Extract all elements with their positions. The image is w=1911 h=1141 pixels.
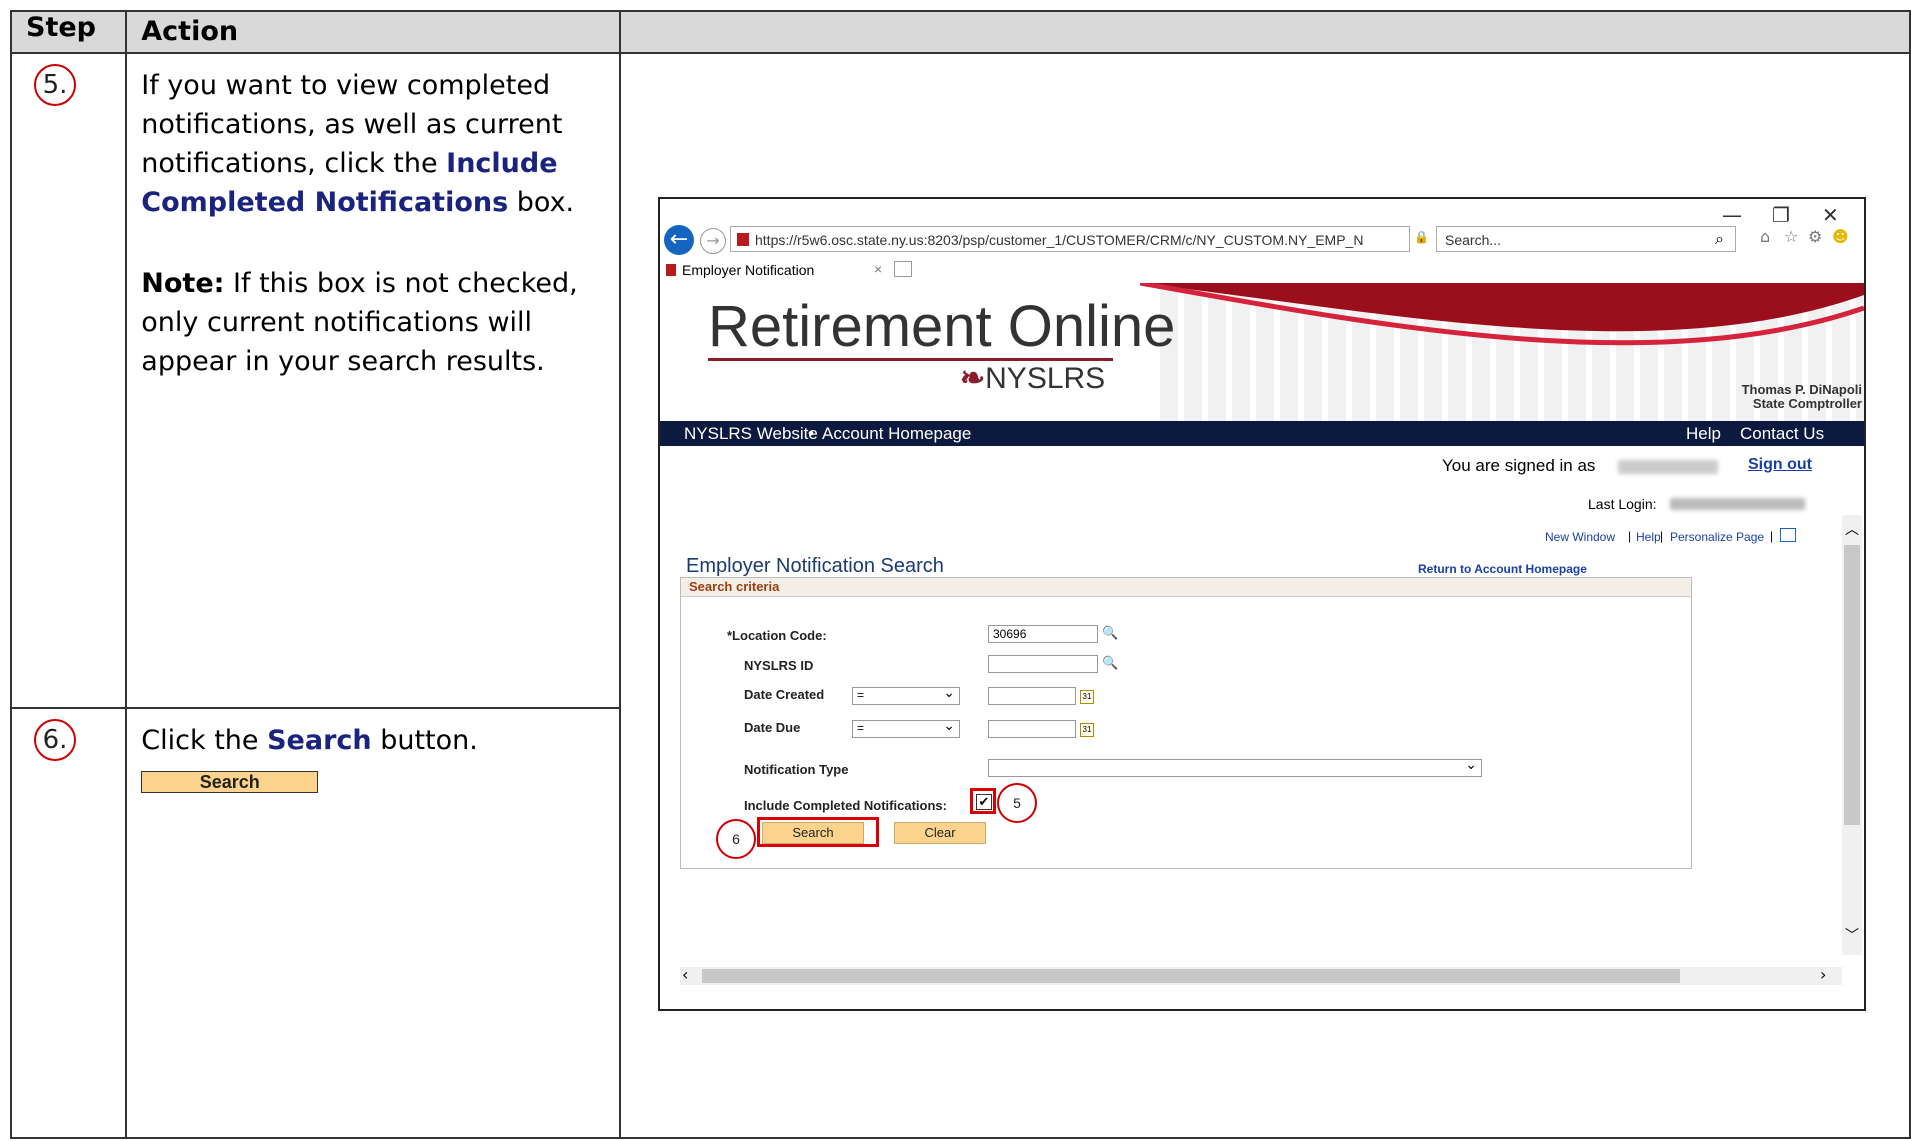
page-title: Employer Notification Search bbox=[686, 555, 944, 577]
signed-in-text: You are signed in as bbox=[1442, 456, 1596, 475]
personalize-link: Personalize Page bbox=[1670, 530, 1765, 544]
last-login-label: Last Login: bbox=[1588, 496, 1657, 512]
lookup-icon: 🔍 bbox=[1102, 625, 1119, 640]
gear-icon: ⚙ bbox=[1808, 227, 1823, 246]
date-created-input bbox=[988, 687, 1076, 705]
nav-separator: • bbox=[808, 424, 814, 443]
comptroller-name: Thomas P. DiNapoli bbox=[1741, 382, 1862, 397]
site-logo-icon bbox=[737, 233, 749, 246]
header-action: Action bbox=[125, 10, 621, 54]
blurred-last-login bbox=[1670, 498, 1805, 510]
location-code-input: 30696 bbox=[988, 625, 1098, 643]
url-field: https://r5w6.osc.state.ny.us:8203/psp/cu… bbox=[730, 226, 1410, 252]
new-window-link: New Window bbox=[1545, 530, 1616, 544]
vertical-scrollbar: ︿ ﹀ bbox=[1842, 515, 1862, 955]
comptroller-title: State Comptroller bbox=[1752, 396, 1862, 411]
link-separator: | bbox=[1770, 529, 1774, 543]
calendar-icon: 31 bbox=[1080, 690, 1094, 704]
tab-bar: Employer Notification × bbox=[660, 259, 1864, 283]
search-button-sample: Search bbox=[141, 771, 319, 793]
url-text: https://r5w6.osc.state.ny.us:8203/psp/cu… bbox=[755, 232, 1364, 248]
callout-5: 5 bbox=[997, 783, 1037, 823]
step-number-6: 6. bbox=[34, 719, 76, 761]
comptroller-block: Thomas P. DiNapoli State Comptroller bbox=[1742, 383, 1862, 411]
grid-icon bbox=[1780, 528, 1796, 542]
blurred-username bbox=[1618, 460, 1718, 474]
action-cell-5: If you want to view completed notificati… bbox=[125, 52, 621, 709]
help-link: Help bbox=[1636, 530, 1661, 544]
browser-search-field: Search... bbox=[1436, 226, 1736, 252]
step-cell-5: 5. bbox=[9, 52, 128, 709]
lock-icon: 🔒 bbox=[1414, 230, 1429, 244]
scroll-right-icon: › bbox=[1820, 965, 1827, 984]
tab-favicon-icon bbox=[666, 264, 676, 276]
highlight-box-search bbox=[757, 817, 879, 847]
forward-arrow-icon: → bbox=[700, 228, 726, 254]
tab-title: Employer Notification bbox=[682, 262, 815, 278]
note-label: Note: bbox=[141, 268, 225, 299]
site-title: Retirement Online bbox=[708, 294, 1176, 359]
step-cell-6: 6. bbox=[9, 707, 128, 1139]
action-text: button. bbox=[371, 725, 478, 756]
site-banner: Retirement Online ❧NYSLRS Thomas P. DiNa… bbox=[660, 283, 1864, 421]
action-text: Click the bbox=[141, 725, 268, 756]
link-separator: | bbox=[1660, 529, 1664, 543]
banner-swoosh bbox=[1140, 283, 1864, 346]
action-keyword: Search bbox=[267, 725, 372, 756]
include-completed-label: Include Completed Notifications: bbox=[744, 798, 947, 813]
scroll-down-icon: ﹀ bbox=[1845, 928, 1859, 944]
clear-button: Clear bbox=[894, 822, 986, 844]
action-cell-6: Click the Search button. Search bbox=[125, 707, 621, 1139]
scroll-left-icon: ‹ bbox=[682, 965, 689, 984]
new-tab-icon bbox=[894, 261, 912, 277]
step-number-5: 5. bbox=[34, 64, 76, 106]
back-arrow-icon: ← bbox=[664, 225, 694, 255]
date-created-operator: = bbox=[852, 684, 960, 705]
scroll-up-icon: ︿ bbox=[1845, 522, 1859, 538]
hscroll-thumb bbox=[702, 969, 1680, 983]
location-label: *Location Code: bbox=[727, 628, 827, 643]
smiley-icon: ☻ bbox=[1832, 227, 1849, 246]
link-separator: | bbox=[1628, 529, 1632, 543]
scroll-thumb bbox=[1844, 545, 1860, 825]
date-due-operator: = bbox=[852, 717, 960, 738]
home-icon: ⌂ bbox=[1760, 227, 1771, 246]
nav-help: Help bbox=[1686, 424, 1721, 443]
calendar-icon: 31 bbox=[1080, 723, 1094, 737]
nav-nyslrs-website: NYSLRS Website bbox=[684, 424, 818, 443]
callout-6: 6 bbox=[716, 819, 756, 859]
nyslrs-id-input bbox=[988, 655, 1098, 673]
section-header: Search criteria bbox=[681, 578, 1691, 597]
note: Note: If this box is not checked, only c… bbox=[141, 264, 604, 381]
action-text: box. bbox=[508, 187, 575, 218]
horizontal-scrollbar: ‹ › bbox=[680, 965, 1842, 985]
sign-out-link: Sign out bbox=[1748, 456, 1812, 473]
tab-close-icon: × bbox=[874, 261, 883, 277]
site-org: ❧NYSLRS bbox=[960, 362, 1106, 395]
highlight-box-checkbox bbox=[970, 788, 996, 814]
nav-contact-us: Contact Us bbox=[1740, 424, 1825, 443]
date-due-label: Date Due bbox=[744, 720, 801, 735]
site-nav: NYSLRS Website • Account Homepage Help C… bbox=[660, 421, 1864, 446]
search-icon: ⌕ bbox=[1715, 229, 1724, 248]
address-bar-row: ← → https://r5w6.osc.state.ny.us:8203/ps… bbox=[660, 223, 1864, 255]
nyslrs-logo-icon: ❧ bbox=[960, 362, 986, 395]
star-icon: ☆ bbox=[1784, 227, 1799, 246]
browser-screenshot: — ❐ ✕ ← → https://r5w6.osc.state.ny.us:8… bbox=[658, 197, 1866, 1011]
nav-account-homepage: Account Homepage bbox=[822, 424, 972, 443]
return-link: Return to Account Homepage bbox=[1418, 562, 1587, 576]
header-step: Step bbox=[9, 10, 128, 54]
notification-type-label: Notification Type bbox=[744, 762, 849, 777]
date-due-input bbox=[988, 720, 1076, 738]
nyslrs-label: NYSLRS ID bbox=[744, 658, 814, 673]
lookup-icon: 🔍 bbox=[1102, 655, 1119, 670]
notification-type-select bbox=[988, 756, 1482, 777]
header-blank bbox=[618, 10, 1911, 54]
date-created-label: Date Created bbox=[744, 687, 825, 702]
